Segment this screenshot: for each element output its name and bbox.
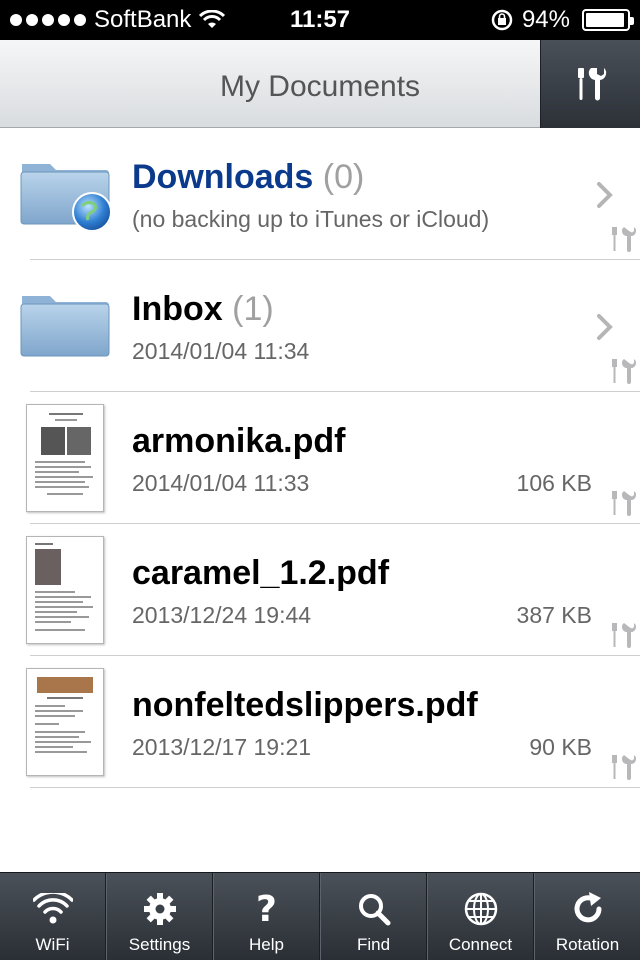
tools-button[interactable] bbox=[540, 40, 640, 128]
item-tools-icon[interactable] bbox=[608, 753, 636, 781]
item-date: 2013/12/17 19:21 bbox=[132, 734, 312, 760]
bottom-toolbar: WiFi Settings ? Help Find Connect Rotati… bbox=[0, 872, 640, 960]
item-name: nonfeltedslippers.pdf bbox=[132, 686, 478, 724]
status-right: 94% bbox=[490, 6, 634, 34]
tab-find[interactable]: Find bbox=[320, 873, 427, 960]
folder-icon bbox=[20, 296, 110, 357]
list-item-file[interactable]: nonfeltedslippers.pdf 2013/12/17 19:21 9… bbox=[26, 656, 640, 788]
tab-label: Help bbox=[249, 935, 284, 954]
tab-connect[interactable]: Connect bbox=[427, 873, 534, 960]
tab-label: Find bbox=[356, 935, 391, 954]
document-list: Downloads (0) (no backing up to iTunes o… bbox=[0, 128, 640, 788]
status-bar: SoftBank 11:57 94% bbox=[0, 0, 640, 40]
item-size: 106 KB bbox=[516, 470, 592, 496]
globe-icon bbox=[461, 889, 501, 929]
list-item-file[interactable]: caramel_1.2.pdf 2013/12/24 19:44 387 KB bbox=[26, 524, 640, 656]
help-icon: ? bbox=[256, 888, 277, 930]
item-name: armonika.pdf bbox=[132, 422, 346, 460]
pdf-thumbnail bbox=[26, 404, 104, 512]
list-item-inbox[interactable]: Inbox (1) 2014/01/04 11:34 bbox=[20, 260, 640, 392]
tab-wifi[interactable]: WiFi bbox=[0, 873, 106, 960]
item-tools-icon[interactable] bbox=[608, 225, 636, 253]
tools-icon bbox=[577, 68, 606, 101]
item-tools-icon[interactable] bbox=[608, 357, 636, 385]
rotation-lock-icon bbox=[491, 9, 513, 31]
item-tools-icon[interactable] bbox=[608, 621, 636, 649]
item-size: 387 KB bbox=[516, 602, 592, 628]
tab-label: Settings bbox=[128, 935, 191, 954]
navigation-bar: My Documents bbox=[0, 40, 640, 128]
item-date: 2013/12/24 19:44 bbox=[132, 602, 312, 628]
item-name: Inbox (1) bbox=[132, 290, 274, 328]
folder-globe-icon bbox=[20, 164, 110, 232]
item-subtitle: (no backing up to iTunes or iCloud) bbox=[132, 206, 490, 232]
tab-label: Connect bbox=[448, 935, 513, 954]
item-name: caramel_1.2.pdf bbox=[132, 554, 390, 592]
tab-help[interactable]: ? Help bbox=[213, 873, 320, 960]
item-name: Downloads (0) bbox=[132, 158, 365, 196]
item-date: 2014/01/04 11:33 bbox=[132, 470, 310, 496]
wifi-icon bbox=[32, 889, 73, 929]
battery-percent: 94% bbox=[521, 6, 570, 33]
tab-label: Rotation bbox=[555, 935, 620, 954]
tab-rotation[interactable]: Rotation bbox=[534, 873, 640, 960]
list-item-file[interactable]: armonika.pdf 2014/01/04 11:33 106 KB bbox=[26, 392, 640, 524]
item-size: 90 KB bbox=[529, 734, 592, 760]
tab-label: WiFi bbox=[35, 935, 70, 954]
search-icon bbox=[354, 889, 394, 929]
tab-settings[interactable]: Settings bbox=[106, 873, 213, 960]
rotate-icon bbox=[568, 889, 608, 929]
chevron-right-icon bbox=[597, 314, 613, 340]
pdf-thumbnail bbox=[26, 536, 104, 644]
pdf-thumbnail bbox=[26, 668, 104, 776]
item-tools-icon[interactable] bbox=[608, 489, 636, 517]
item-date: 2014/01/04 11:34 bbox=[132, 338, 310, 364]
gear-icon bbox=[140, 889, 180, 929]
battery-icon bbox=[582, 9, 634, 31]
chevron-right-icon bbox=[597, 182, 613, 208]
list-item-downloads[interactable]: Downloads (0) (no backing up to iTunes o… bbox=[20, 128, 640, 260]
